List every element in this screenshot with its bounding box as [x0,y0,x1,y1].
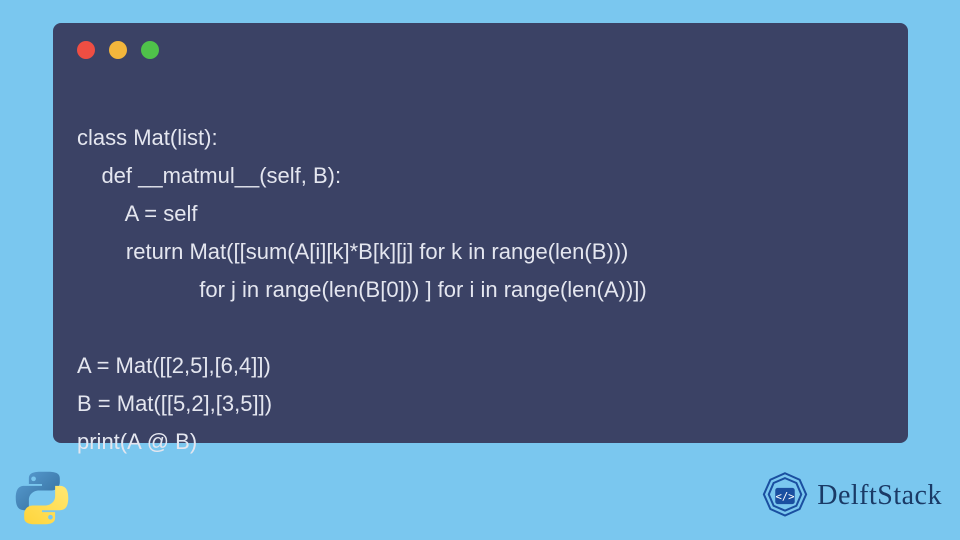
code-line: def __matmul__(self, B): [77,163,341,188]
python-logo-icon [12,468,72,528]
delftstack-branding: </> DelftStack [759,470,942,522]
code-line: B = Mat([[5,2],[3,5]]) [77,391,272,416]
page-root: class Mat(list): def __matmul__(self, B)… [0,0,960,540]
delftstack-name: DelftStack [817,480,942,512]
code-line: for j in range(len(B[0])) ] for i in ran… [77,277,647,302]
window-traffic-lights [77,41,884,59]
code-line: A = self [77,201,197,226]
code-line: return Mat([[sum(A[i][k]*B[k][j] for k i… [77,239,628,264]
delftstack-logo-icon: </> [759,470,811,522]
code-line: A = Mat([[2,5],[6,4]]) [77,353,271,378]
code-line: print(A @ B) [77,429,197,454]
close-dot-icon [77,41,95,59]
maximize-dot-icon [141,41,159,59]
svg-text:</>: </> [776,491,795,503]
code-block: class Mat(list): def __matmul__(self, B)… [77,81,884,461]
code-line: class Mat(list): [77,125,218,150]
code-card: class Mat(list): def __matmul__(self, B)… [53,23,908,443]
minimize-dot-icon [109,41,127,59]
